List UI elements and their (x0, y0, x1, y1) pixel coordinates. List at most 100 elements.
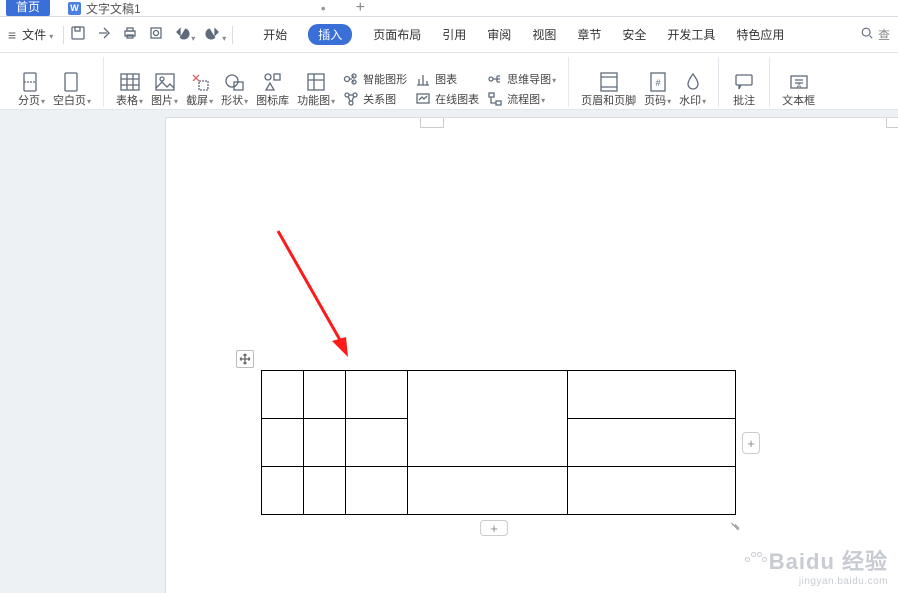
watermark-main-text: Baidu 经验 (769, 544, 888, 576)
comment-icon (733, 71, 755, 93)
redo-icon[interactable] (205, 25, 226, 44)
file-menu[interactable]: 文件 (22, 26, 53, 43)
separator (63, 26, 64, 44)
table-row[interactable] (262, 371, 736, 419)
page-break-button[interactable]: 分页 (14, 71, 49, 107)
picture-button[interactable]: 图片 (147, 71, 182, 107)
title-tab-bar: 首页 W 文字文稿1 • + (0, 0, 898, 16)
page-break-icon (21, 71, 43, 93)
smart-art-button[interactable]: 智能图形 (343, 71, 407, 87)
menu-tabs: 开始 插入 页面布局 引用 审阅 视图 章节 安全 开发工具 特色应用 (263, 24, 784, 45)
icon-library-label: 图标库 (256, 96, 289, 107)
tab-dev-tools[interactable]: 开发工具 (667, 26, 715, 43)
screenshot-button[interactable]: 截屏 (182, 71, 217, 107)
text-box-button[interactable]: A 文本框 (778, 71, 819, 107)
flow-chart-icon (487, 91, 503, 107)
search-box[interactable]: 查 (860, 26, 890, 43)
function-chart-button[interactable]: 功能图 (293, 71, 339, 107)
online-chart-button[interactable]: 在线图表 (415, 91, 479, 107)
table-button[interactable]: 表格 (112, 71, 147, 107)
shapes-button[interactable]: 形状 (217, 71, 252, 107)
word-doc-icon: W (68, 2, 81, 15)
separator (232, 26, 233, 44)
svg-text:A: A (796, 83, 801, 90)
save-icon[interactable] (70, 25, 86, 44)
icon-library-button[interactable]: 图标库 (252, 71, 293, 107)
tab-reference[interactable]: 引用 (442, 26, 466, 43)
file-menu-label: 文件 (22, 26, 46, 43)
tab-special[interactable]: 特色应用 (736, 26, 784, 43)
shapes-icon (224, 71, 246, 93)
chart-button[interactable]: 图表 (415, 71, 479, 87)
flow-chart-label: 流程图 (507, 91, 545, 107)
tab-review[interactable]: 审阅 (487, 26, 511, 43)
blank-page-button[interactable]: 空白页 (49, 71, 95, 107)
tab-document[interactable]: W 文字文稿1 (68, 0, 141, 17)
tab-document-label: 文字文稿1 (86, 0, 141, 17)
flow-chart-button[interactable]: 流程图 (487, 91, 556, 107)
ruler-marker-right[interactable] (886, 118, 898, 128)
tab-page-layout[interactable]: 页面布局 (373, 26, 421, 43)
page-break-label: 分页 (18, 96, 45, 107)
share-icon[interactable] (96, 25, 112, 44)
table-add-row-button[interactable]: + (480, 520, 508, 536)
mind-map-label: 思维导图 (507, 71, 556, 87)
svg-text:#: # (655, 78, 660, 88)
function-chart-label: 功能图 (297, 96, 335, 107)
mind-map-button[interactable]: 思维导图 (487, 71, 556, 87)
watermark-logo: Baidu 经验 jingyan.baidu.com (745, 544, 888, 587)
print-icon[interactable] (122, 25, 138, 44)
table-icon (119, 71, 141, 93)
blank-page-icon (61, 71, 83, 93)
relation-icon (343, 91, 359, 107)
tab-section[interactable]: 章节 (577, 26, 601, 43)
relation-chart-button[interactable]: 关系图 (343, 91, 407, 107)
online-chart-icon (415, 91, 431, 107)
table-resize-handle[interactable] (730, 518, 742, 530)
paw-icon (745, 552, 765, 568)
table-move-handle[interactable] (236, 350, 254, 368)
table-add-column-button[interactable]: + (742, 432, 760, 454)
ruler-marker-top[interactable] (420, 118, 444, 128)
picture-label: 图片 (151, 96, 178, 107)
new-tab-button[interactable]: + (356, 0, 365, 17)
tab-security[interactable]: 安全 (622, 26, 646, 43)
search-placeholder: 查 (878, 26, 890, 43)
watermark-button[interactable]: 水印 (675, 71, 710, 107)
page-number-icon: # (647, 71, 669, 93)
picture-icon (154, 71, 176, 93)
watermark-label: 水印 (679, 96, 706, 107)
screenshot-icon (189, 71, 211, 93)
table-label: 表格 (116, 96, 143, 107)
text-box-label: 文本框 (782, 96, 815, 107)
mind-map-icon (487, 71, 503, 87)
smart-art-icon (343, 71, 359, 87)
inserted-table[interactable] (261, 370, 736, 515)
table-row[interactable] (262, 467, 736, 515)
tab-home[interactable]: 首页 (6, 0, 50, 16)
page-number-button[interactable]: # 页码 (640, 71, 675, 107)
tab-insert[interactable]: 插入 (308, 24, 352, 45)
screenshot-label: 截屏 (186, 96, 213, 107)
header-footer-icon (598, 71, 620, 93)
print-preview-icon[interactable] (148, 25, 164, 44)
hamburger-icon[interactable]: ≡ (8, 27, 16, 43)
tab-start[interactable]: 开始 (263, 26, 287, 43)
online-chart-label: 在线图表 (435, 91, 479, 107)
function-chart-icon (305, 71, 327, 93)
text-box-icon: A (788, 71, 810, 93)
comment-label: 批注 (733, 96, 755, 107)
tab-view[interactable]: 视图 (532, 26, 556, 43)
relation-label: 关系图 (363, 91, 396, 107)
header-footer-label: 页眉和页脚 (581, 96, 636, 107)
undo-icon[interactable] (174, 25, 195, 44)
page-number-label: 页码 (644, 96, 671, 107)
document-page[interactable] (166, 118, 898, 593)
comment-button[interactable]: 批注 (727, 71, 761, 107)
watermark-icon (682, 71, 704, 93)
tab-dirty-indicator: • (321, 0, 326, 16)
ribbon-insert: 分页 空白页 表格 图片 截屏 形状 图标库 功能图 (0, 52, 898, 110)
header-footer-button[interactable]: 页眉和页脚 (577, 71, 640, 107)
chart-icon (415, 71, 431, 87)
search-icon (860, 26, 874, 43)
